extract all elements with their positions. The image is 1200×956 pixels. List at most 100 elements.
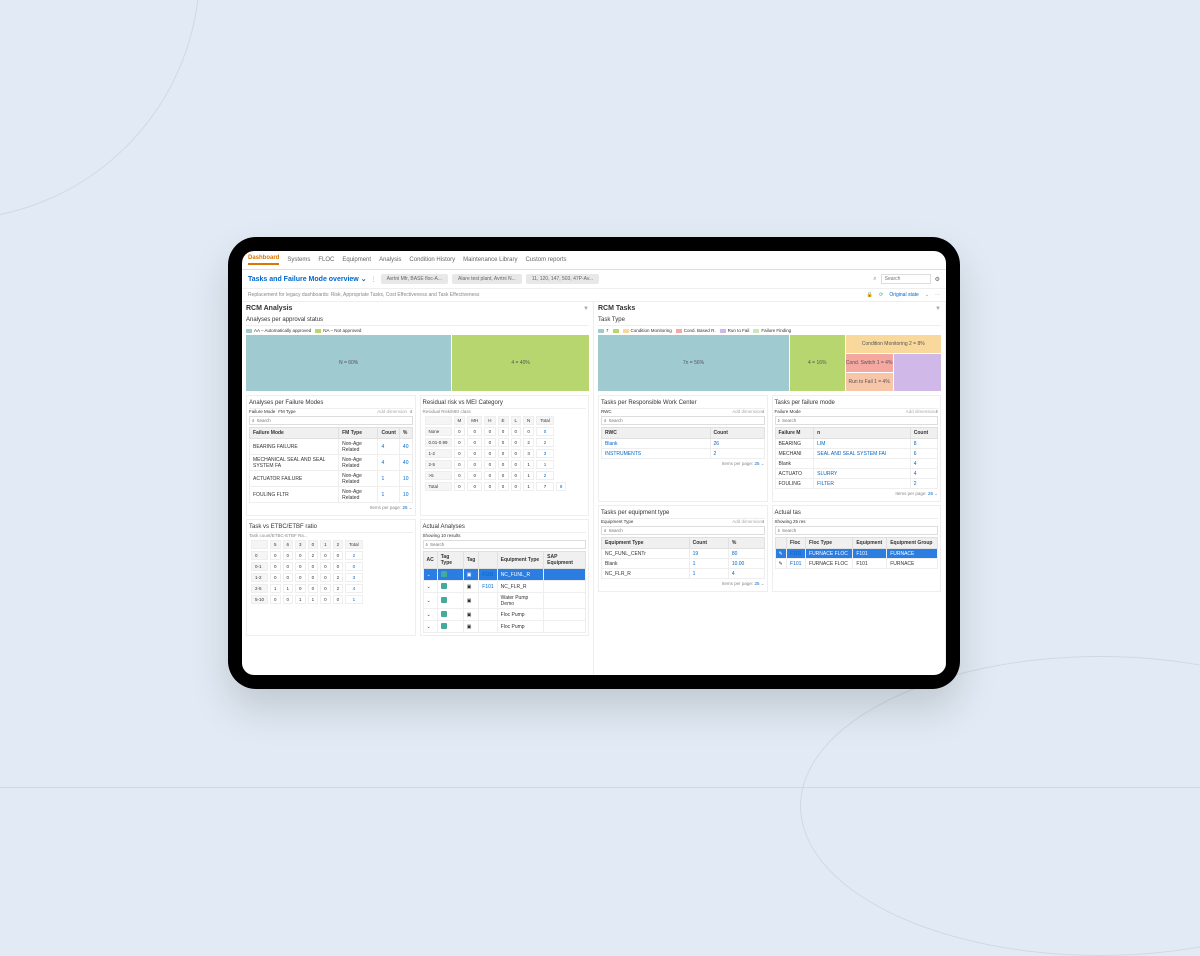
- table-row[interactable]: ⌄▣F101NC_FUNL_R: [423, 569, 586, 581]
- matrix-row[interactable]: 00002002: [251, 551, 363, 560]
- actual-search-input[interactable]: [430, 542, 583, 547]
- treemap-block[interactable]: 4 = 16%: [790, 335, 845, 391]
- rwc-search-input[interactable]: [609, 418, 762, 423]
- table-row[interactable]: NC_FLR_R14: [602, 569, 765, 579]
- nav-custom-reports[interactable]: Custom reports: [525, 257, 566, 263]
- add-dimension-button[interactable]: Add dimension: [732, 519, 762, 524]
- table-row[interactable]: ACTUATOR FAILURENon-Age Related110: [250, 471, 413, 487]
- table-row[interactable]: NC_FUNL_CENTr1980: [602, 549, 765, 559]
- eqtype-search-input[interactable]: [609, 528, 762, 533]
- column-header[interactable]: %: [728, 538, 764, 549]
- nav-maintenance-library[interactable]: Maintenance Library: [463, 257, 517, 263]
- column-header[interactable]: Failure Mode: [250, 428, 339, 439]
- treemap-block[interactable]: Run to Fail 1 = 4%: [846, 373, 893, 391]
- more-icon[interactable]: ⋯: [935, 292, 940, 298]
- failure-search-input[interactable]: [257, 418, 410, 423]
- chevron-down-icon[interactable]: ⌄: [427, 584, 431, 590]
- matrix-row[interactable]: 5-100011001: [251, 595, 363, 604]
- table-row[interactable]: ⌄▣Water Pump Demo: [423, 593, 586, 609]
- nav-dashboard[interactable]: Dashboard: [248, 255, 279, 265]
- ratio-matrix[interactable]: 563012Total000020020-100000001-200000232…: [249, 538, 365, 606]
- rwc-table[interactable]: RWCCountBlank26INSTRUMENTS2: [601, 427, 765, 459]
- state-label[interactable]: Original state: [889, 292, 918, 298]
- column-header[interactable]: Equipment Type: [602, 538, 690, 549]
- filter-failure-mode[interactable]: Failure Mode: [249, 409, 275, 414]
- table-row[interactable]: FOULINGFILTER2: [775, 479, 938, 489]
- search-icon[interactable]: ⌕: [410, 409, 413, 414]
- breadcrumb-chip-2[interactable]: Alare test plant, Avrtni N...: [452, 274, 522, 284]
- add-dimension-button[interactable]: Add dimension: [732, 409, 762, 414]
- table-row[interactable]: ⌄▣Floc Pump: [423, 621, 586, 633]
- chevron-down-icon[interactable]: ⌄: [427, 598, 431, 604]
- settings-icon[interactable]: ⚙: [935, 276, 940, 283]
- table-row[interactable]: Blank26: [602, 439, 765, 449]
- add-dimension-button[interactable]: Add dimension: [377, 409, 407, 414]
- legend-item[interactable]: Condition Monitoring: [623, 328, 672, 333]
- column-header[interactable]: FM Type: [339, 428, 378, 439]
- breadcrumb-chip-3[interactable]: 11, 120, 147, 503, 47P-Av...: [526, 274, 599, 284]
- matrix-row[interactable]: 2-50000011: [425, 460, 567, 469]
- nav-equipment[interactable]: Equipment: [342, 257, 371, 263]
- table-row[interactable]: ⌄▣F101NC_FLR_R: [423, 581, 586, 593]
- table-row[interactable]: Blank110.00: [602, 559, 765, 569]
- matrix-row[interactable]: Total00000178: [425, 482, 567, 491]
- treemap-block[interactable]: 7n = 56%: [598, 335, 789, 391]
- mode-search-input[interactable]: [782, 418, 935, 423]
- actual-analyses-table[interactable]: ACTag TypeTagEquipment TypeSAP Equipment…: [423, 551, 587, 633]
- lock-icon[interactable]: 🔒: [867, 292, 873, 298]
- column-header[interactable]: Count: [710, 428, 764, 439]
- filter-icon[interactable]: ▼: [935, 306, 941, 312]
- column-header[interactable]: %: [399, 428, 412, 439]
- table-row[interactable]: ACTUATOSLURRY4: [775, 469, 938, 479]
- treemap-block[interactable]: Condition Monitoring 2 = 8%: [846, 335, 941, 353]
- tasktype-treemap[interactable]: 7n = 56%4 = 16%Condition Monitoring 2 = …: [598, 335, 941, 391]
- column-header[interactable]: n: [814, 428, 911, 439]
- legend-item[interactable]: [613, 328, 619, 333]
- chevron-down-icon[interactable]: ⌄: [427, 572, 431, 578]
- nav-floc[interactable]: FLOC: [318, 257, 334, 263]
- legend-item[interactable]: 7: [598, 328, 609, 333]
- table-row[interactable]: Blank4: [775, 459, 938, 469]
- legend-item[interactable]: Cond. Based R.: [676, 328, 716, 333]
- matrix-row[interactable]: 2-51100024: [251, 584, 363, 593]
- column-header[interactable]: RWC: [602, 428, 711, 439]
- treemap-block[interactable]: Cond. Switch 1 = 4%: [846, 354, 893, 372]
- column-header[interactable]: Count: [910, 428, 937, 439]
- table-row[interactable]: ✎F101FURNACE FLOCF101FURNACE: [775, 549, 938, 559]
- matrix-row[interactable]: 1-20000023: [251, 573, 363, 582]
- edit-icon[interactable]: ✎: [779, 551, 783, 557]
- failure-modes-table[interactable]: Failure ModeFM TypeCount%BEARING FAILURE…: [249, 427, 413, 503]
- matrix-row[interactable]: 0-10000000: [251, 562, 363, 571]
- legend-item[interactable]: NA – Not approved: [315, 328, 361, 333]
- filter-fm-type[interactable]: FM Type: [278, 409, 295, 414]
- filter-icon[interactable]: ▼: [583, 306, 589, 312]
- approval-treemap[interactable]: N = 60%4 = 40%: [246, 335, 589, 391]
- page-title[interactable]: Tasks and Failure Mode overview ⌄: [248, 275, 367, 283]
- global-search-input[interactable]: [881, 274, 931, 284]
- table-row[interactable]: BEARING FAILURENon-Age Related440: [250, 439, 413, 455]
- table-row[interactable]: ✎F101FURNACE FLOCF101FURNACE: [775, 559, 938, 569]
- edit-icon[interactable]: ✎: [779, 561, 783, 567]
- table-row[interactable]: ⌄▣Floc Pump: [423, 609, 586, 621]
- failure-mode-table[interactable]: Failure MnCountBEARINGLIM8MECHANISEAL AN…: [775, 427, 939, 489]
- legend-item[interactable]: AA – Automatically approved: [246, 328, 311, 333]
- table-row[interactable]: INSTRUMENTS2: [602, 449, 765, 459]
- matrix-row[interactable]: None0000000: [425, 427, 567, 436]
- table-row[interactable]: MECHANISEAL AND SEAL SYSTEM FAI6: [775, 449, 938, 459]
- actual-tasks-table[interactable]: FlocFloc TypeEquipmentEquipment Group✎F1…: [775, 537, 939, 569]
- search-icon[interactable]: ⌕: [935, 409, 938, 414]
- residual-matrix[interactable]: MMHHELNTotalNone00000000.01-0.9900000221…: [423, 414, 569, 493]
- matrix-row[interactable]: >50000012: [425, 471, 567, 480]
- chevron-down-icon[interactable]: ⌄: [427, 624, 431, 630]
- legend-item[interactable]: Failure Finding: [753, 328, 791, 333]
- treemap-block[interactable]: N = 60%: [246, 335, 451, 391]
- matrix-row[interactable]: 1-20000033: [425, 449, 567, 458]
- search-icon[interactable]: ⌕: [762, 409, 765, 414]
- nav-analysis[interactable]: Analysis: [379, 257, 401, 263]
- table-row[interactable]: MECHANICAL SEAL AND SEAL SYSTEM FANon-Ag…: [250, 455, 413, 471]
- column-header[interactable]: Failure M: [775, 428, 814, 439]
- eqtype-table[interactable]: Equipment TypeCount%NC_FUNL_CENTr1980Bla…: [601, 537, 765, 579]
- refresh-icon[interactable]: ⟳: [879, 292, 883, 298]
- breadcrumb-chip-1[interactable]: Avrtni Mfr, BASE floc-A...: [381, 274, 448, 284]
- column-header[interactable]: Count: [378, 428, 399, 439]
